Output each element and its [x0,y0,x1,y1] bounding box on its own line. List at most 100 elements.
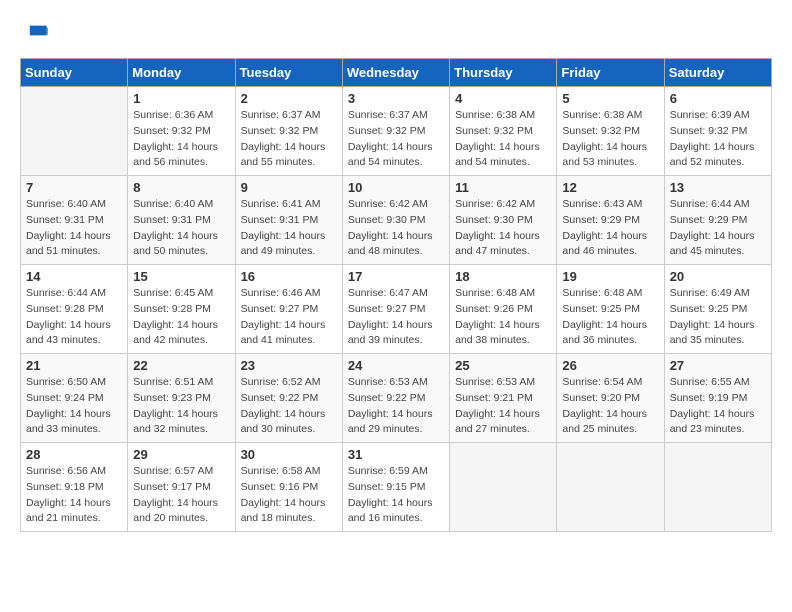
day-number: 10 [348,180,444,195]
column-header-thursday: Thursday [450,59,557,87]
day-info: Sunrise: 6:50 AM Sunset: 9:24 PM Dayligh… [26,375,122,438]
day-info: Sunrise: 6:57 AM Sunset: 9:17 PM Dayligh… [133,464,229,527]
day-info: Sunrise: 6:52 AM Sunset: 9:22 PM Dayligh… [241,375,337,438]
day-info: Sunrise: 6:48 AM Sunset: 9:26 PM Dayligh… [455,286,551,349]
day-number: 1 [133,91,229,106]
day-info: Sunrise: 6:59 AM Sunset: 9:15 PM Dayligh… [348,464,444,527]
day-info: Sunrise: 6:51 AM Sunset: 9:23 PM Dayligh… [133,375,229,438]
calendar-cell: 27Sunrise: 6:55 AM Sunset: 9:19 PM Dayli… [664,354,771,443]
day-info: Sunrise: 6:44 AM Sunset: 9:29 PM Dayligh… [670,197,766,260]
day-info: Sunrise: 6:46 AM Sunset: 9:27 PM Dayligh… [241,286,337,349]
day-info: Sunrise: 6:54 AM Sunset: 9:20 PM Dayligh… [562,375,658,438]
logo-icon [20,20,48,48]
calendar-cell: 18 Sunrise: 6:48 AM Sunset: 9:26 PM Dayli… [450,265,557,354]
day-number: 22 [133,358,229,373]
day-info: Sunrise: 6:42 AM Sunset: 9:30 PM Dayligh… [455,197,551,260]
calendar-week-row: 28 Sunrise: 6:56 AM Sunset: 9:18 PM Dayli… [21,443,772,532]
day-number: 30 [241,447,337,462]
column-header-sunday: Sunday [21,59,128,87]
day-number: 6 [670,91,766,106]
day-number: 29 [133,447,229,462]
calendar-cell: 9 Sunrise: 6:41 AM Sunset: 9:31 PM Daylig… [235,176,342,265]
calendar-cell: 8Sunrise: 6:40 AM Sunset: 9:31 PM Daylig… [128,176,235,265]
day-info: Sunrise: 6:56 AM Sunset: 9:18 PM Dayligh… [26,464,122,527]
day-number: 25 [455,358,551,373]
day-info: Sunrise: 6:55 AM Sunset: 9:19 PM Dayligh… [670,375,766,438]
calendar-cell: 16 Sunrise: 6:46 AM Sunset: 9:27 PM Dayli… [235,265,342,354]
day-number: 15 [133,269,229,284]
day-number: 7 [26,180,122,195]
calendar-cell [664,443,771,532]
calendar-header-row: SundayMondayTuesdayWednesdayThursdayFrid… [21,59,772,87]
calendar-cell: 1 Sunrise: 6:36 AM Sunset: 9:32 PM Daylig… [128,87,235,176]
day-info: Sunrise: 6:49 AM Sunset: 9:25 PM Dayligh… [670,286,766,349]
calendar-cell: 29 Sunrise: 6:57 AM Sunset: 9:17 PM Dayli… [128,443,235,532]
day-number: 17 [348,269,444,284]
calendar-cell: 3 Sunrise: 6:37 AM Sunset: 9:32 PM Daylig… [342,87,449,176]
day-info: Sunrise: 6:44 AM Sunset: 9:28 PM Dayligh… [26,286,122,349]
calendar-cell: 2 Sunrise: 6:37 AM Sunset: 9:32 PM Daylig… [235,87,342,176]
calendar-week-row: 7 Sunrise: 6:40 AM Sunset: 9:31 PM Daylig… [21,176,772,265]
page-header [20,20,772,48]
day-info: Sunrise: 6:53 AM Sunset: 9:22 PM Dayligh… [348,375,444,438]
day-number: 19 [562,269,658,284]
column-header-monday: Monday [128,59,235,87]
day-info: Sunrise: 6:42 AM Sunset: 9:30 PM Dayligh… [348,197,444,260]
day-number: 20 [670,269,766,284]
calendar-cell [557,443,664,532]
calendar-table: SundayMondayTuesdayWednesdayThursdayFrid… [20,58,772,532]
calendar-week-row: 1 Sunrise: 6:36 AM Sunset: 9:32 PM Daylig… [21,87,772,176]
day-number: 31 [348,447,444,462]
calendar-cell: 20 Sunrise: 6:49 AM Sunset: 9:25 PM Dayli… [664,265,771,354]
day-info: Sunrise: 6:37 AM Sunset: 9:32 PM Dayligh… [241,108,337,171]
calendar-cell: 12 Sunrise: 6:43 AM Sunset: 9:29 PM Dayli… [557,176,664,265]
calendar-cell: 11 Sunrise: 6:42 AM Sunset: 9:30 PM Dayli… [450,176,557,265]
day-number: 11 [455,180,551,195]
day-number: 13 [670,180,766,195]
day-number: 9 [241,180,337,195]
day-info: Sunrise: 6:48 AM Sunset: 9:25 PM Dayligh… [562,286,658,349]
calendar-cell [450,443,557,532]
column-header-wednesday: Wednesday [342,59,449,87]
calendar-cell: 17Sunrise: 6:47 AM Sunset: 9:27 PM Dayli… [342,265,449,354]
day-info: Sunrise: 6:38 AM Sunset: 9:32 PM Dayligh… [455,108,551,171]
calendar-cell: 13 Sunrise: 6:44 AM Sunset: 9:29 PM Dayli… [664,176,771,265]
day-info: Sunrise: 6:40 AM Sunset: 9:31 PM Dayligh… [26,197,122,260]
calendar-cell: 30 Sunrise: 6:58 AM Sunset: 9:16 PM Dayli… [235,443,342,532]
day-number: 23 [241,358,337,373]
calendar-week-row: 21 Sunrise: 6:50 AM Sunset: 9:24 PM Dayli… [21,354,772,443]
calendar-week-row: 14 Sunrise: 6:44 AM Sunset: 9:28 PM Dayli… [21,265,772,354]
day-info: Sunrise: 6:53 AM Sunset: 9:21 PM Dayligh… [455,375,551,438]
day-number: 3 [348,91,444,106]
day-number: 18 [455,269,551,284]
day-info: Sunrise: 6:39 AM Sunset: 9:32 PM Dayligh… [670,108,766,171]
calendar-cell [21,87,128,176]
day-info: Sunrise: 6:58 AM Sunset: 9:16 PM Dayligh… [241,464,337,527]
day-number: 2 [241,91,337,106]
day-number: 24 [348,358,444,373]
calendar-cell: 26Sunrise: 6:54 AM Sunset: 9:20 PM Dayli… [557,354,664,443]
day-info: Sunrise: 6:45 AM Sunset: 9:28 PM Dayligh… [133,286,229,349]
day-number: 14 [26,269,122,284]
calendar-cell: 14 Sunrise: 6:44 AM Sunset: 9:28 PM Dayli… [21,265,128,354]
calendar-cell: 28 Sunrise: 6:56 AM Sunset: 9:18 PM Dayli… [21,443,128,532]
day-info: Sunrise: 6:37 AM Sunset: 9:32 PM Dayligh… [348,108,444,171]
column-header-saturday: Saturday [664,59,771,87]
calendar-cell: 22 Sunrise: 6:51 AM Sunset: 9:23 PM Dayli… [128,354,235,443]
day-number: 4 [455,91,551,106]
calendar-cell: 10 Sunrise: 6:42 AM Sunset: 9:30 PM Dayli… [342,176,449,265]
day-number: 21 [26,358,122,373]
calendar-cell: 4 Sunrise: 6:38 AM Sunset: 9:32 PM Daylig… [450,87,557,176]
column-header-tuesday: Tuesday [235,59,342,87]
calendar-cell: 31 Sunrise: 6:59 AM Sunset: 9:15 PM Dayli… [342,443,449,532]
calendar-cell: 6 Sunrise: 6:39 AM Sunset: 9:32 PM Daylig… [664,87,771,176]
calendar-cell: 25 Sunrise: 6:53 AM Sunset: 9:21 PM Dayli… [450,354,557,443]
day-info: Sunrise: 6:43 AM Sunset: 9:29 PM Dayligh… [562,197,658,260]
day-number: 28 [26,447,122,462]
day-info: Sunrise: 6:41 AM Sunset: 9:31 PM Dayligh… [241,197,337,260]
day-info: Sunrise: 6:36 AM Sunset: 9:32 PM Dayligh… [133,108,229,171]
day-number: 12 [562,180,658,195]
column-header-friday: Friday [557,59,664,87]
day-number: 16 [241,269,337,284]
logo [20,20,52,48]
